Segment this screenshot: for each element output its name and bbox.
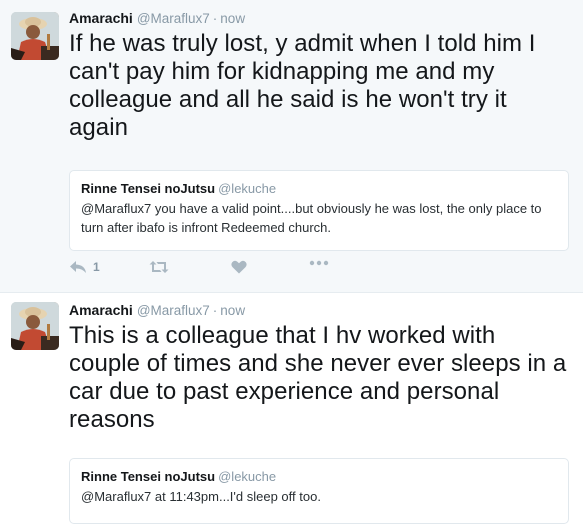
- more-button[interactable]: [309, 260, 329, 266]
- more-dots-icon: [309, 260, 329, 266]
- tweet-header: Amarachi @Maraflux7 · now: [69, 9, 245, 28]
- tweet-header: Amarachi @Maraflux7 · now: [69, 301, 245, 320]
- author-handle[interactable]: @Maraflux7: [137, 303, 210, 318]
- quoted-author-name: Rinne Tensei noJutsu: [81, 469, 216, 484]
- author-name[interactable]: Amarachi: [69, 302, 133, 318]
- separator: ·: [212, 303, 218, 318]
- heart-icon: [231, 260, 247, 274]
- quoted-tweet-header: Rinne Tensei noJutsu @lekuche: [81, 180, 557, 198]
- reply-count: 1: [93, 260, 100, 274]
- quoted-author-handle: @lekuche: [218, 469, 277, 484]
- quoted-tweet-text: @Maraflux7 at 11:43pm...I'd sleep off to…: [81, 489, 321, 504]
- tweet-actions: 1: [69, 260, 369, 282]
- author-name[interactable]: Amarachi: [69, 10, 133, 26]
- like-button[interactable]: [231, 260, 247, 274]
- quoted-author-name: Rinne Tensei noJutsu: [81, 181, 216, 196]
- author-handle[interactable]: @Maraflux7: [137, 11, 210, 26]
- tweet-text: If he was truly lost, y admit when I tol…: [69, 30, 536, 141]
- tweet-text: This is a colleague that I hv worked wit…: [69, 322, 567, 433]
- avatar[interactable]: [11, 12, 59, 60]
- retweet-icon: [149, 260, 169, 274]
- quoted-tweet-text: @Maraflux7 you have a valid point....but…: [81, 201, 542, 235]
- reply-button[interactable]: 1: [69, 260, 100, 274]
- timestamp[interactable]: now: [220, 303, 245, 318]
- separator: ·: [212, 11, 218, 26]
- quoted-tweet-header: Rinne Tensei noJutsu @lekuche: [81, 468, 557, 486]
- quoted-author-handle: @lekuche: [218, 181, 277, 196]
- quoted-tweet[interactable]: Rinne Tensei noJutsu @lekuche @Maraflux7 …: [69, 170, 569, 251]
- reply-icon: [69, 260, 87, 274]
- retweet-button[interactable]: [149, 260, 169, 274]
- timestamp[interactable]: now: [220, 11, 245, 26]
- avatar[interactable]: [11, 302, 59, 350]
- quoted-tweet[interactable]: Rinne Tensei noJutsu @lekuche @Maraflux7 …: [69, 458, 569, 524]
